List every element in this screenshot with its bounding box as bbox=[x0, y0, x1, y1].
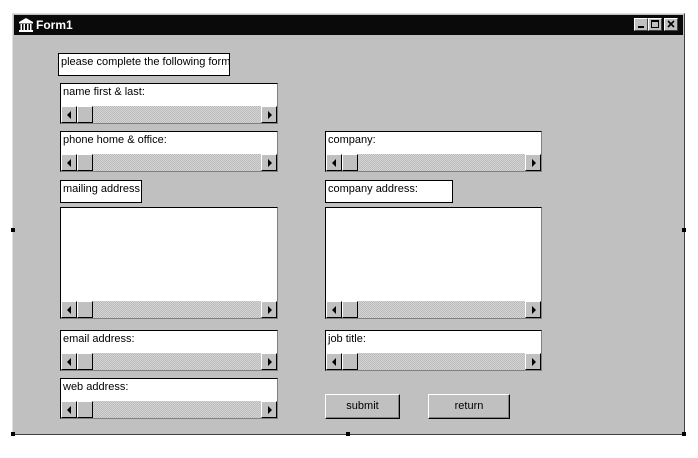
arrow-left-icon bbox=[332, 306, 336, 314]
scroll-left-button[interactable] bbox=[61, 401, 77, 418]
company-label: company: bbox=[328, 134, 376, 146]
scroll-right-button[interactable] bbox=[525, 301, 541, 318]
mailing-address-label: mailing address: bbox=[60, 180, 142, 203]
scroll-right-button[interactable] bbox=[261, 106, 277, 123]
scroll-right-button[interactable] bbox=[261, 154, 277, 171]
scroll-thumb[interactable] bbox=[342, 301, 358, 318]
scroll-thumb[interactable] bbox=[77, 401, 93, 418]
scroll-right-button[interactable] bbox=[261, 401, 277, 418]
maximize-icon bbox=[651, 20, 659, 28]
horizontal-scrollbar[interactable] bbox=[61, 301, 277, 318]
job-title-label: job title: bbox=[328, 333, 366, 345]
arrow-right-icon bbox=[532, 358, 536, 366]
arrow-left-icon bbox=[67, 159, 71, 167]
arrow-right-icon bbox=[268, 406, 272, 414]
scroll-right-button[interactable] bbox=[525, 353, 541, 370]
horizontal-scrollbar[interactable] bbox=[61, 401, 277, 418]
scroll-left-button[interactable] bbox=[326, 301, 342, 318]
title-bar[interactable]: Form1 bbox=[14, 15, 683, 35]
arrow-left-icon bbox=[67, 358, 71, 366]
web-address-field[interactable]: web address: bbox=[60, 378, 278, 419]
company-address-textarea[interactable] bbox=[325, 207, 542, 319]
name-field[interactable]: name first & last: bbox=[60, 83, 278, 124]
company-address-label: company address: bbox=[325, 180, 453, 203]
close-button[interactable] bbox=[664, 18, 678, 31]
phone-field[interactable]: phone home & office: bbox=[60, 131, 278, 172]
arrow-left-icon bbox=[67, 111, 71, 119]
minimize-button[interactable] bbox=[634, 18, 648, 31]
horizontal-scrollbar[interactable] bbox=[326, 353, 541, 370]
submit-button[interactable]: submit bbox=[325, 394, 400, 419]
scroll-right-button[interactable] bbox=[261, 353, 277, 370]
arrow-right-icon bbox=[268, 159, 272, 167]
scroll-left-button[interactable] bbox=[326, 154, 342, 171]
resize-handle-bottom-left[interactable] bbox=[11, 432, 15, 436]
window-title: Form1 bbox=[36, 18, 73, 32]
scroll-thumb[interactable] bbox=[342, 353, 358, 370]
bank-icon bbox=[19, 18, 33, 32]
resize-handle-right[interactable] bbox=[682, 228, 686, 232]
job-title-field[interactable]: job title: bbox=[325, 330, 542, 371]
resize-handle-bottom-right[interactable] bbox=[682, 432, 686, 436]
arrow-right-icon bbox=[268, 111, 272, 119]
resize-handle-bottom[interactable] bbox=[346, 432, 350, 436]
scroll-thumb[interactable] bbox=[77, 301, 93, 318]
arrow-left-icon bbox=[67, 306, 71, 314]
scroll-thumb[interactable] bbox=[77, 154, 93, 171]
horizontal-scrollbar[interactable] bbox=[326, 301, 541, 318]
horizontal-scrollbar[interactable] bbox=[326, 154, 541, 171]
return-button[interactable]: return bbox=[428, 394, 510, 419]
arrow-right-icon bbox=[532, 159, 536, 167]
scroll-thumb[interactable] bbox=[77, 106, 93, 123]
scroll-left-button[interactable] bbox=[326, 353, 342, 370]
horizontal-scrollbar[interactable] bbox=[61, 106, 277, 123]
email-label: email address: bbox=[63, 333, 135, 345]
scroll-right-button[interactable] bbox=[261, 301, 277, 318]
web-address-label: web address: bbox=[63, 381, 129, 393]
scroll-left-button[interactable] bbox=[61, 301, 77, 318]
arrow-left-icon bbox=[67, 406, 71, 414]
mailing-address-textarea[interactable] bbox=[60, 207, 278, 319]
minimize-icon bbox=[638, 26, 644, 28]
arrow-left-icon bbox=[332, 159, 336, 167]
scroll-left-button[interactable] bbox=[61, 353, 77, 370]
arrow-right-icon bbox=[268, 358, 272, 366]
arrow-left-icon bbox=[332, 358, 336, 366]
name-label: name first & last: bbox=[63, 86, 145, 98]
close-icon bbox=[667, 20, 675, 28]
company-field[interactable]: company: bbox=[325, 131, 542, 172]
horizontal-scrollbar[interactable] bbox=[61, 154, 277, 171]
arrow-right-icon bbox=[532, 306, 536, 314]
scroll-thumb[interactable] bbox=[342, 154, 358, 171]
arrow-right-icon bbox=[268, 306, 272, 314]
scroll-left-button[interactable] bbox=[61, 154, 77, 171]
resize-handle-left[interactable] bbox=[11, 228, 15, 232]
email-field[interactable]: email address: bbox=[60, 330, 278, 371]
scroll-right-button[interactable] bbox=[525, 154, 541, 171]
horizontal-scrollbar[interactable] bbox=[61, 353, 277, 370]
scroll-thumb[interactable] bbox=[77, 353, 93, 370]
instructions-label: please complete the following form bbox=[58, 53, 230, 76]
phone-label: phone home & office: bbox=[63, 134, 167, 146]
maximize-button[interactable] bbox=[648, 18, 662, 31]
scroll-left-button[interactable] bbox=[61, 106, 77, 123]
